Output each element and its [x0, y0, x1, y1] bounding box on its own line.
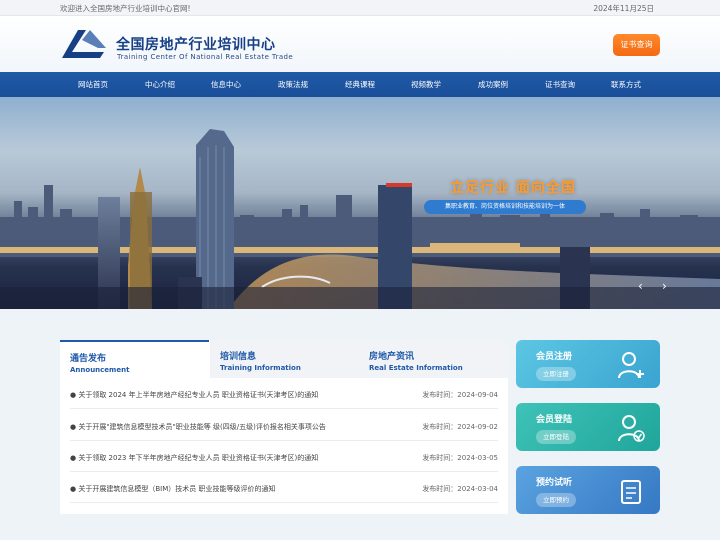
banner-prev-arrow-icon[interactable]: ‹ [638, 279, 643, 293]
tab-real-estate-news-label-en: Real Estate Information [369, 364, 463, 372]
login-now-button[interactable]: 立即登陆 [536, 430, 576, 444]
banner-subtitle: 集职业教育、岗位资格培训和技能培训为一体 [424, 200, 586, 214]
tab-announcement-label-en: Announcement [70, 366, 130, 374]
tab-announcement-label: 通告发布 [70, 354, 107, 364]
announcement-title[interactable]: ● 关于领取 2024 年上半年房地产经纪专业人员 职业资格证书(天津考区)的通… [70, 390, 318, 400]
brand-name: 全国房地产行业培训中心 [116, 37, 276, 53]
top-bar: 欢迎进入全国房地产行业培训中心官网! 2024年11月25日 [0, 0, 720, 16]
nav-about[interactable]: 中心介绍 [130, 72, 190, 97]
member-login-label: 会员登陆 [536, 415, 573, 425]
nav-courses[interactable]: 经典课程 [330, 72, 390, 97]
announcement-title[interactable]: ● 关于领取 2023 年下半年房地产经纪专业人员 职业资格证书(天津考区)的通… [70, 453, 318, 463]
main-nav: 网站首页 中心介绍 信息中心 政策法规 经典课程 视频教学 成功案例 证书查询 … [0, 72, 720, 97]
member-register-label: 会员注册 [536, 352, 573, 362]
announcement-time: 发布时间：2024-03-04 [422, 485, 498, 493]
announcement-time: 发布时间：2024-03-05 [422, 454, 498, 462]
tab-training-info[interactable]: 培训信息 Training Information [210, 340, 359, 378]
nav-policy[interactable]: 政策法规 [263, 72, 323, 97]
nav-contact[interactable]: 联系方式 [596, 72, 656, 97]
nav-videos[interactable]: 视频教学 [396, 72, 456, 97]
announcement-time: 发布时间：2024-09-04 [422, 391, 498, 399]
logo-icon[interactable] [60, 26, 108, 60]
certificate-query-button[interactable]: 证书查询 [613, 34, 660, 56]
register-now-button[interactable]: 立即注册 [536, 367, 576, 381]
city-skyline-image [0, 129, 720, 309]
book-trial-label: 预约试听 [536, 478, 573, 488]
date-text: 2024年11月25日 [593, 4, 654, 13]
list-item[interactable]: ● 关于领取 2023 年下半年房地产经纪专业人员 职业资格证书(天津考区)的通… [70, 441, 498, 472]
banner-next-arrow-icon[interactable]: › [662, 279, 667, 293]
banner-slogan: 立足行业 面向全国 [450, 180, 576, 196]
nav-home[interactable]: 网站首页 [63, 72, 123, 97]
user-add-icon [618, 352, 644, 379]
tab-real-estate-news[interactable]: 房地产资讯 Real Estate Information [359, 340, 508, 378]
nav-certificate[interactable]: 证书查询 [530, 72, 590, 97]
clipboard-icon [621, 480, 641, 504]
news-panel: 通告发布 Announcement 培训信息 Training Informat… [60, 340, 508, 514]
brand-name-en: Training Center Of National Real Estate … [117, 53, 294, 61]
book-now-button[interactable]: 立即预约 [536, 493, 576, 507]
hero-banner: 立足行业 面向全国 集职业教育、岗位资格培训和技能培训为一体 ‹ › [0, 97, 720, 309]
tab-training-info-label: 培训信息 [220, 352, 257, 362]
list-item[interactable]: ● 关于领取 2024 年上半年房地产经纪专业人员 职业资格证书(天津考区)的通… [70, 378, 498, 409]
member-register-card[interactable]: 会员注册 立即注册 [516, 340, 660, 388]
nav-info[interactable]: 信息中心 [196, 72, 256, 97]
announcement-title[interactable]: ● 关于开展"建筑信息模型技术员"职业技能等 级(四级/五级)评价报名相关事项公… [70, 422, 326, 432]
list-item[interactable]: ● 关于开展"建筑信息模型技术员"职业技能等 级(四级/五级)评价报名相关事项公… [70, 410, 498, 441]
tab-training-info-label-en: Training Information [220, 364, 301, 372]
site-header: 全国房地产行业培训中心 Training Center Of National … [0, 16, 720, 72]
welcome-text: 欢迎进入全国房地产行业培训中心官网! [60, 4, 191, 13]
book-trial-card[interactable]: 预约试听 立即预约 [516, 466, 660, 514]
user-check-icon [618, 415, 645, 442]
list-item[interactable]: ● 关于开展建筑信息模型（BIM）技术员 职业技能等级评价的通知 发布时间：20… [70, 472, 498, 503]
announcement-time: 发布时间：2024-09-02 [422, 423, 498, 431]
tab-real-estate-news-label: 房地产资讯 [369, 352, 415, 362]
member-login-card[interactable]: 会员登陆 立即登陆 [516, 403, 660, 451]
tab-announcement[interactable]: 通告发布 Announcement [60, 340, 209, 378]
announcement-title[interactable]: ● 关于开展建筑信息模型（BIM）技术员 职业技能等级评价的通知 [70, 484, 275, 494]
nav-cases[interactable]: 成功案例 [463, 72, 523, 97]
